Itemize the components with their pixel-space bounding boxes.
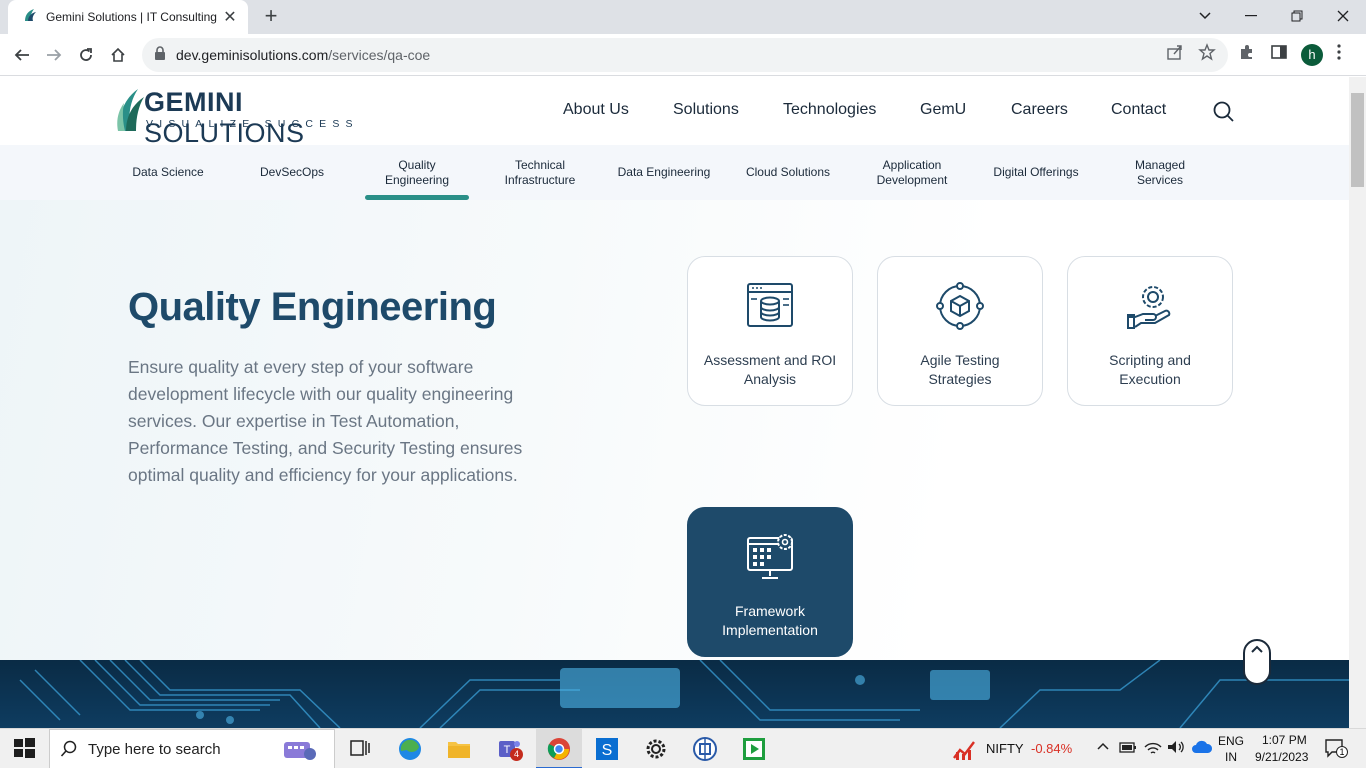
home-button[interactable] [102, 39, 134, 71]
share-icon[interactable] [1166, 43, 1186, 63]
url-text: dev.geminisolutions.com/services/qa-coe [176, 47, 431, 63]
nav-contact[interactable]: Contact [1111, 101, 1166, 119]
card-assessment-roi[interactable]: Assessment and ROI Analysis [687, 256, 853, 406]
restore-button[interactable] [1274, 0, 1320, 32]
app-s-icon[interactable]: S [594, 736, 620, 762]
site-search-icon[interactable] [1213, 101, 1235, 128]
side-panel-icon[interactable] [1270, 43, 1290, 63]
chevron-up-icon [1251, 645, 1263, 653]
profile-avatar[interactable]: h [1301, 44, 1323, 66]
chrome-icon[interactable] [546, 736, 572, 762]
onedrive-cloud-icon[interactable] [1191, 739, 1217, 765]
windows-start-icon[interactable] [12, 736, 38, 762]
teams-icon[interactable]: T 4 [496, 736, 523, 762]
hero-section: Quality Engineering Ensure quality at ev… [0, 200, 1349, 660]
extensions-puzzle-icon[interactable] [1238, 43, 1258, 63]
browser-menu-icon[interactable] [1336, 43, 1356, 63]
lock-icon[interactable] [154, 45, 166, 65]
media-player-icon[interactable] [741, 736, 767, 762]
close-window-button[interactable] [1320, 0, 1366, 32]
hand-gear-icon [1127, 286, 1171, 329]
search-icon [60, 740, 77, 757]
card-title: Scripting and Execution [1109, 352, 1191, 387]
edge-browser-icon[interactable] [397, 736, 423, 762]
subnav-cloud-solutions[interactable]: Cloud Solutions [726, 145, 850, 200]
nav-careers[interactable]: Careers [1011, 101, 1068, 119]
windows-taskbar: Type here to search T 4 S NIFTY -0.84% E… [0, 728, 1366, 768]
nav-technologies[interactable]: Technologies [783, 101, 876, 119]
card-framework-implementation[interactable]: Framework Implementation [687, 507, 853, 657]
card-title: Agile Testing Strategies [920, 352, 1000, 387]
network-cube-icon [936, 282, 984, 330]
browser-tab[interactable]: Gemini Solutions | IT Consulting ✕ [8, 0, 248, 34]
browser-tabbar: Gemini Solutions | IT Consulting ✕ + [0, 0, 1366, 34]
page-viewport: GEMINI SOLUTIONS VISUALIZE SUCCESS About… [0, 77, 1349, 728]
address-bar[interactable]: dev.geminisolutions.com/services/qa-coe [142, 38, 1228, 72]
volume-icon[interactable] [1166, 739, 1192, 765]
circuit-board-graphic [19, 660, 1349, 728]
new-tab-button[interactable]: + [258, 4, 284, 30]
clock-date[interactable]: 9/21/2023 [1255, 750, 1308, 764]
nifty-change: -0.84% [1031, 741, 1073, 756]
stock-chart-icon [952, 736, 978, 762]
database-window-icon [747, 283, 793, 327]
nav-about-us[interactable]: About Us [563, 101, 629, 119]
subnav-managed-services[interactable]: Managed Services [1098, 145, 1222, 200]
search-highlight-icon [284, 742, 316, 760]
task-view-icon[interactable] [348, 736, 374, 762]
subnav-data-engineering[interactable]: Data Engineering [602, 145, 726, 200]
browser-toolbar: dev.geminisolutions.com/services/qa-coe … [0, 34, 1366, 76]
back-button[interactable] [6, 39, 38, 71]
back-to-top-button[interactable] [1243, 639, 1271, 685]
nifty-label: NIFTY [986, 741, 1024, 756]
services-subnav: Data Science DevSecOps Quality Engineeri… [0, 145, 1349, 200]
region-label[interactable]: IN [1225, 750, 1237, 764]
language-label[interactable]: ENG [1218, 734, 1244, 748]
page-title: Quality Engineering [128, 285, 497, 329]
subnav-technical-infrastructure[interactable]: Technical Infrastructure [478, 145, 602, 200]
tab-title: Gemini Solutions | IT Consulting [46, 10, 217, 24]
site-header: GEMINI SOLUTIONS VISUALIZE SUCCESS About… [0, 77, 1349, 148]
notification-center-icon[interactable]: 1 [1324, 738, 1350, 764]
logo-leaf-icon [117, 89, 144, 131]
card-agile-testing[interactable]: Agile Testing Strategies [877, 256, 1043, 406]
monitor-gear-icon [747, 534, 793, 579]
minimize-button[interactable] [1228, 0, 1274, 32]
reload-button[interactable] [70, 39, 102, 71]
settings-gear-icon[interactable] [643, 736, 669, 762]
gemini-logo[interactable]: GEMINI SOLUTIONS VISUALIZE SUCCESS [116, 85, 376, 148]
page-scrollbar[interactable] [1349, 77, 1366, 728]
tab-search-chevron-icon[interactable] [1182, 0, 1228, 32]
notification-count: 1 [1336, 746, 1348, 758]
clock-time[interactable]: 1:07 PM [1262, 733, 1307, 747]
subnav-data-science[interactable]: Data Science [106, 145, 230, 200]
nav-solutions[interactable]: Solutions [673, 101, 739, 119]
nav-gemu[interactable]: GemU [920, 101, 966, 119]
card-scripting-execution[interactable]: Scripting and Execution [1067, 256, 1233, 406]
file-explorer-icon[interactable] [446, 736, 472, 762]
taskbar-search-placeholder: Type here to search [88, 740, 221, 758]
circuit-banner-image [0, 660, 1349, 728]
subnav-devsecops[interactable]: DevSecOps [230, 145, 354, 200]
hero-description: Ensure quality at every step of your sof… [128, 357, 523, 485]
app-network-icon[interactable] [692, 736, 718, 762]
scrollbar-thumb[interactable] [1351, 93, 1364, 187]
tab-close-icon[interactable]: ✕ [222, 7, 238, 27]
card-title: Framework Implementation [722, 603, 818, 638]
card-title: Assessment and ROI Analysis [703, 352, 837, 387]
bookmark-star-icon[interactable] [1198, 43, 1218, 63]
subnav-application-development[interactable]: Application Development [850, 145, 974, 200]
teams-notification-badge: 4 [510, 748, 523, 761]
subnav-digital-offerings[interactable]: Digital Offerings [974, 145, 1098, 200]
favicon-icon [22, 7, 38, 28]
subnav-quality-engineering[interactable]: Quality Engineering [355, 145, 479, 200]
taskbar-search-box[interactable]: Type here to search [49, 729, 335, 768]
logo-tagline: VISUALIZE SUCCESS [146, 118, 359, 130]
forward-button[interactable] [38, 39, 70, 71]
battery-icon[interactable] [1118, 739, 1144, 765]
svg-text:S: S [602, 742, 613, 759]
